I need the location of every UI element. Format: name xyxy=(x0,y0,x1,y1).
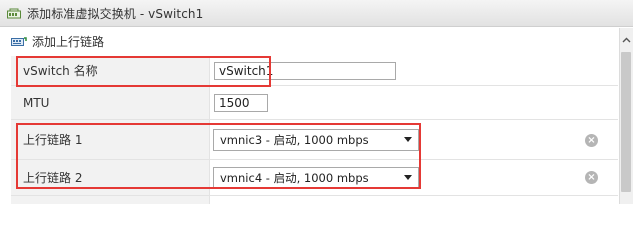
switch-icon xyxy=(7,8,21,19)
vswitch-name-label: vSwitch 名称 xyxy=(11,56,210,85)
uplink-1-label: 上行链路 1 xyxy=(11,120,210,159)
form-filler-row xyxy=(11,196,618,204)
dropdown-arrow-icon xyxy=(404,175,412,180)
dialog-titlebar: 添加标准虚拟交换机 - vSwitch1 xyxy=(0,0,633,27)
uplink-row: 上行链路 2 vmnic4 - 启动, 1000 mbps × xyxy=(11,160,618,196)
scroll-up-icon[interactable] xyxy=(619,32,633,48)
dialog-title: 添加标准虚拟交换机 - vSwitch1 xyxy=(27,6,204,21)
uplink-2-select[interactable]: vmnic4 - 启动, 1000 mbps xyxy=(213,167,419,189)
filler-label-cell xyxy=(11,196,210,204)
remove-icon[interactable]: × xyxy=(585,171,598,184)
dropdown-arrow-icon xyxy=(404,137,412,142)
mtu-label: MTU xyxy=(11,86,210,119)
mtu-input[interactable] xyxy=(214,94,268,112)
uplink-icon xyxy=(11,36,27,48)
add-uplink-toolbar[interactable]: 添加上行链路 xyxy=(0,27,633,56)
uplink-row: 上行链路 1 vmnic3 - 启动, 1000 mbps × xyxy=(11,120,618,160)
scrollbar-thumb[interactable] xyxy=(621,52,631,192)
remove-icon[interactable]: × xyxy=(585,134,598,147)
vswitch-form: vSwitch 名称 MTU 上行链路 1 vmnic3 - 启动, 1000 … xyxy=(11,56,618,204)
vswitch-name-input[interactable] xyxy=(214,62,396,80)
uplink-2-selected-value: vmnic4 - 启动, 1000 mbps xyxy=(220,171,369,185)
vswitch-name-row: vSwitch 名称 xyxy=(11,56,618,86)
uplink-1-selected-value: vmnic3 - 启动, 1000 mbps xyxy=(220,133,369,147)
uplink-2-label: 上行链路 2 xyxy=(11,160,210,195)
uplink-1-select[interactable]: vmnic3 - 启动, 1000 mbps xyxy=(213,129,419,151)
add-uplink-label[interactable]: 添加上行链路 xyxy=(32,33,104,50)
mtu-row: MTU xyxy=(11,86,618,120)
